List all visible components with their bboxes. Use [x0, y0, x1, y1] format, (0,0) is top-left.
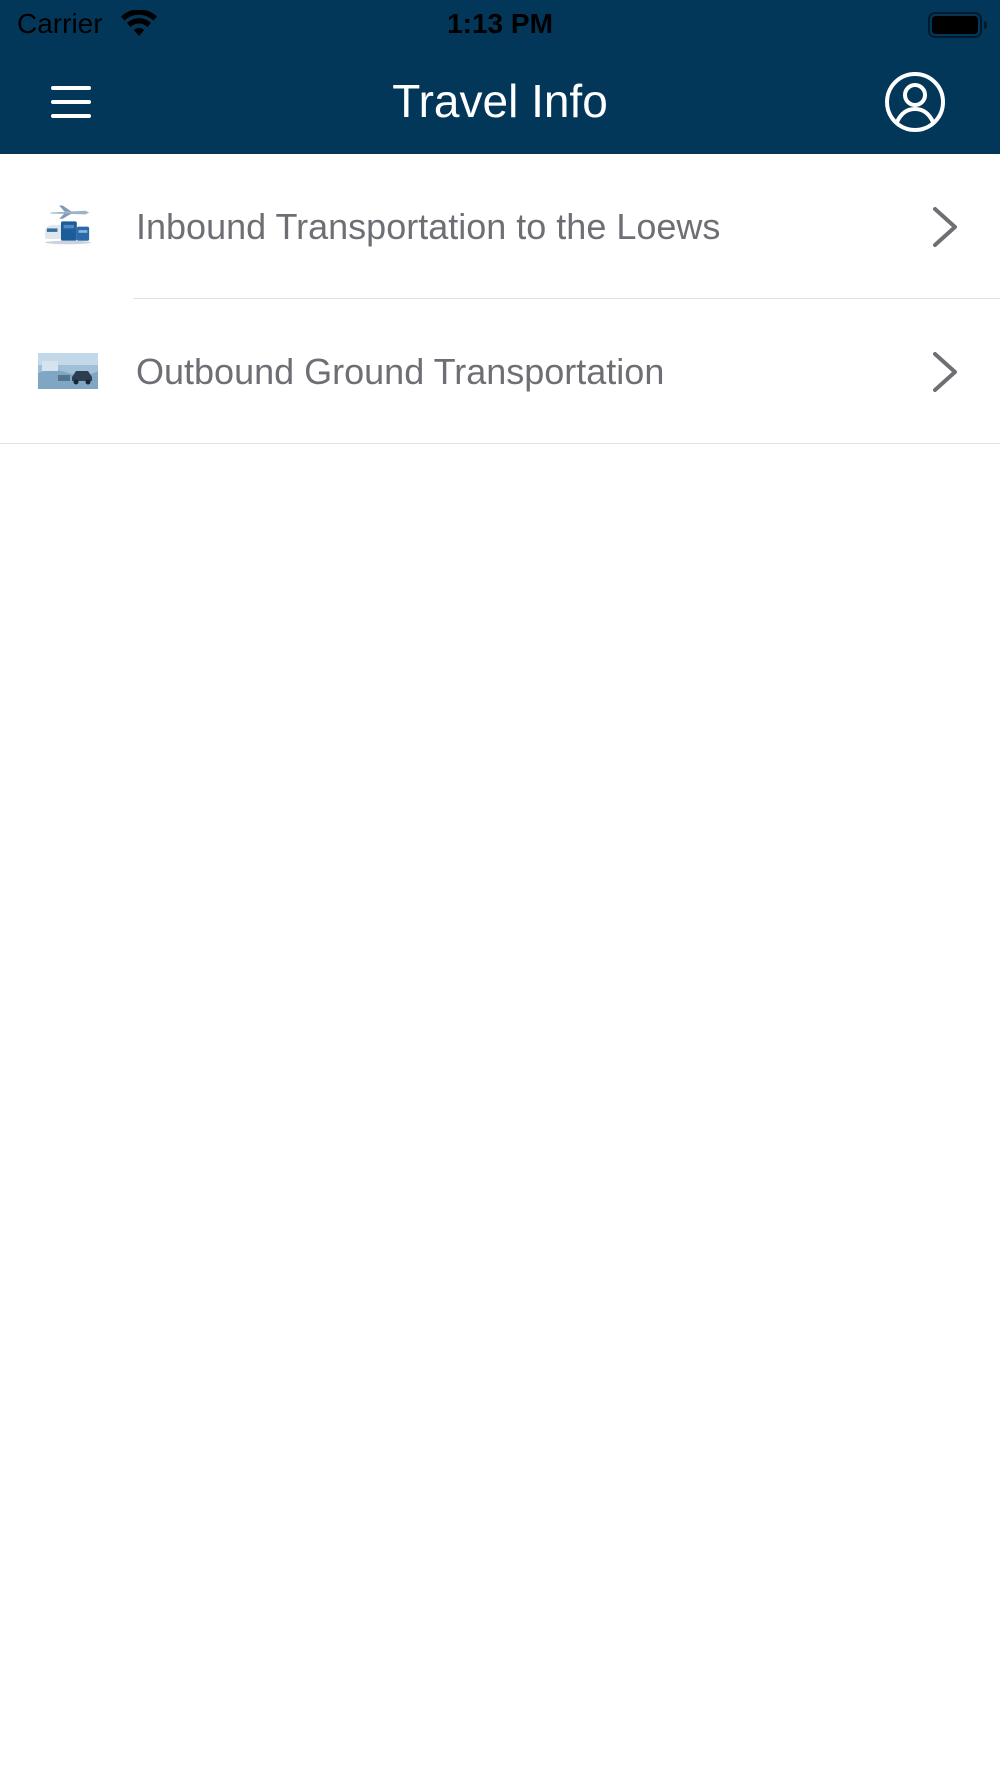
row-divider — [0, 443, 1000, 444]
battery-full-icon — [928, 12, 987, 38]
chevron-right-icon — [933, 207, 957, 247]
travel-info-screen: Carrier 1:13 PM Travel Info Inbound Tran… — [0, 0, 1000, 1778]
profile-button[interactable] — [883, 70, 947, 134]
airplane-transport-thumbnail — [41, 202, 95, 246]
navigation-bar: Travel Info — [0, 50, 1000, 154]
ground-transport-thumbnail — [38, 353, 98, 389]
chevron-right-icon — [933, 352, 957, 392]
travel-info-list: Inbound Transportation to the Loews Outb… — [0, 154, 1000, 444]
list-item-label: Inbound Transportation to the Loews — [136, 206, 721, 247]
list-item-inbound-transportation[interactable]: Inbound Transportation to the Loews — [0, 154, 1000, 299]
list-item-outbound-ground-transportation[interactable]: Outbound Ground Transportation — [0, 299, 1000, 444]
page-title: Travel Info — [392, 75, 608, 127]
user-circle-icon — [885, 72, 945, 132]
header: Carrier 1:13 PM Travel Info — [0, 0, 1000, 154]
status-bar: Carrier 1:13 PM — [0, 0, 1000, 50]
status-time: 1:13 PM — [447, 8, 553, 39]
list-item-label: Outbound Ground Transportation — [136, 351, 665, 392]
